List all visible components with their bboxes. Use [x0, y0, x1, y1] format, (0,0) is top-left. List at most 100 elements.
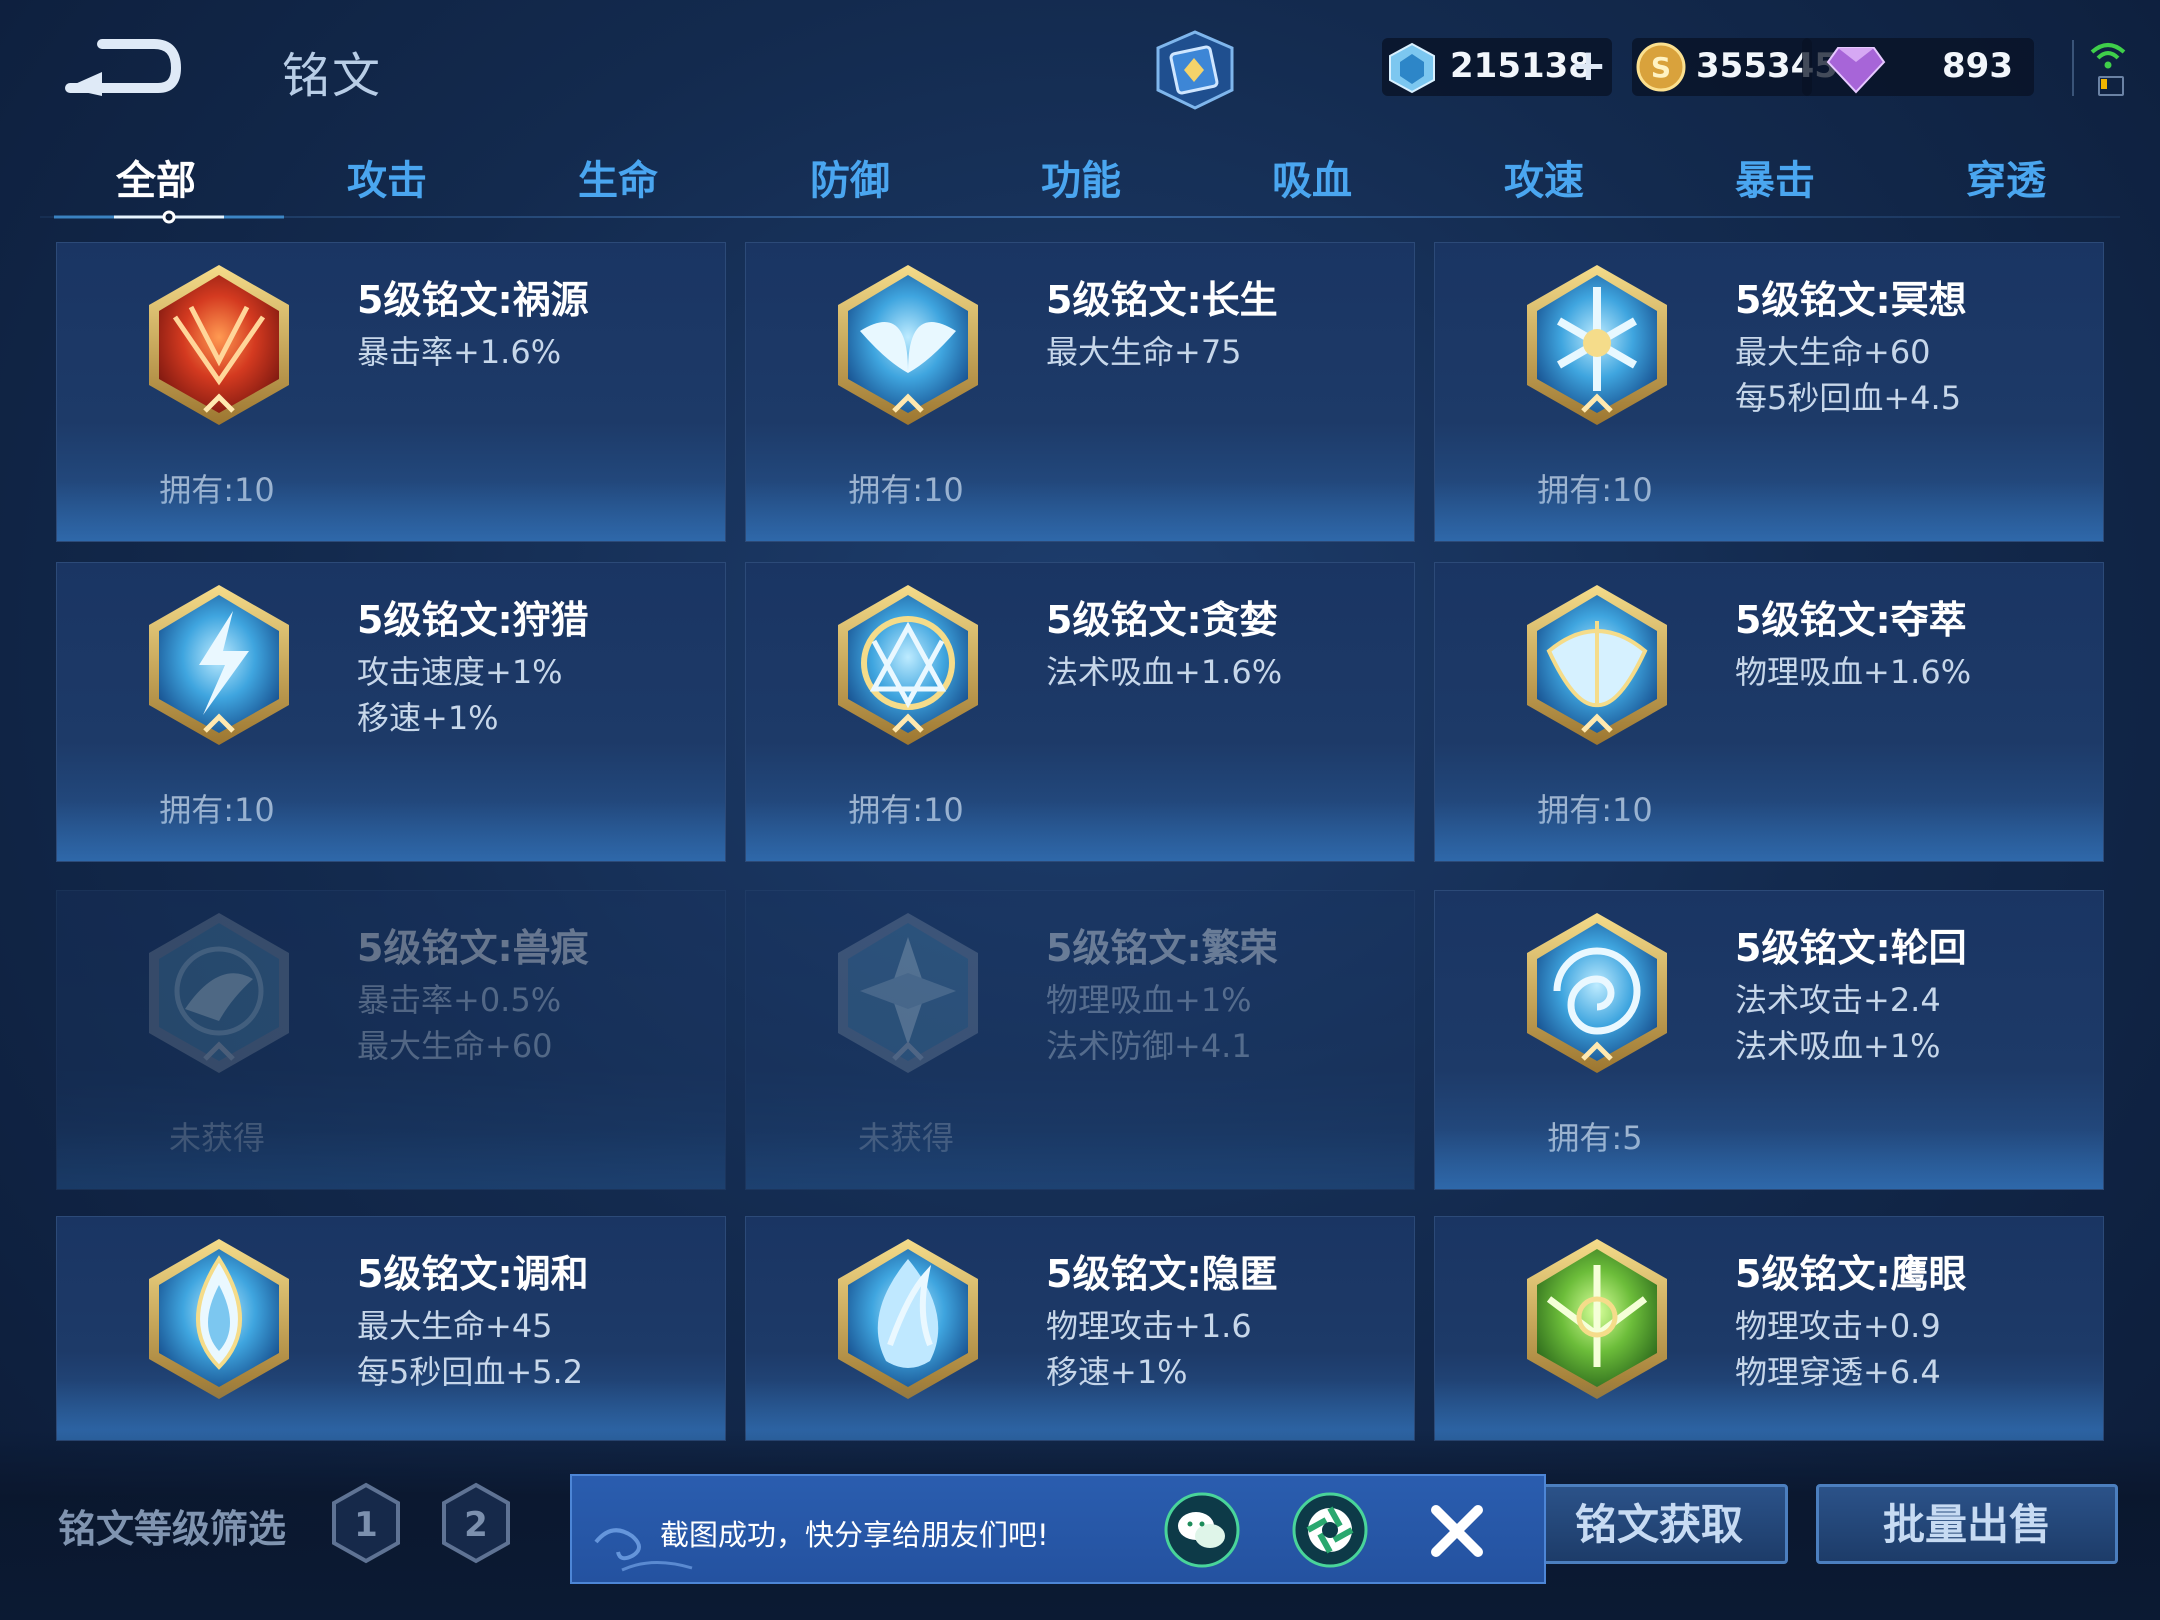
rune-owned-count: 拥有:10	[1537, 471, 1653, 509]
rune-card-duocui[interactable]: 5级铭文:夺萃 物理吸血+1.6% 拥有:10	[1434, 562, 2104, 862]
rune-book-icon	[1156, 30, 1234, 110]
rune-owned-count: 拥有:10	[159, 471, 275, 509]
rune-shouhen-icon	[149, 913, 289, 1073]
rune-yingyan-icon	[1527, 1239, 1667, 1399]
rune-stat: 物理吸血+1.6%	[1735, 653, 1972, 691]
rune-stat: 移速+1%	[1046, 1353, 1188, 1391]
rune-name: 5级铭文:调和	[357, 1252, 589, 1296]
rune-card-shoulie[interactable]: 5级铭文:狩猎 攻击速度+1% 移速+1% 拥有:10	[56, 562, 726, 862]
rune-huoyuan-icon	[149, 265, 289, 425]
crystal-counter: 215138 +	[1382, 38, 1612, 96]
page-title: 铭文	[282, 48, 383, 104]
rune-stat: 最大生命+75	[1046, 333, 1242, 371]
diamond-icon	[1826, 47, 1886, 94]
rune-duocui-icon	[1527, 585, 1667, 745]
rune-changsheng-icon	[838, 265, 978, 425]
rune-stat: 暴击率+1.6%	[357, 333, 562, 371]
close-icon[interactable]	[1424, 1498, 1490, 1564]
bulk-sell-button[interactable]: 批量出售	[1816, 1484, 2118, 1564]
rune-owned-count: 拥有:10	[848, 791, 964, 829]
rune-card-yinni[interactable]: 5级铭文:隐匿 物理攻击+1.6 移速+1%	[745, 1216, 1415, 1441]
rune-card-lunhui[interactable]: 5级铭文:轮回 法术攻击+2.4 法术吸血+1% 拥有:5	[1434, 890, 2104, 1190]
rune-name: 5级铭文:轮回	[1735, 926, 1967, 970]
rune-name: 5级铭文:长生	[1046, 278, 1278, 322]
rune-name: 5级铭文:贪婪	[1046, 598, 1278, 642]
tab-lifesteal[interactable]: 吸血	[1212, 148, 1412, 206]
gem-amount: 893	[1942, 46, 2013, 86]
rune-name: 5级铭文:繁荣	[1046, 926, 1278, 970]
tab-defense[interactable]: 防御	[750, 148, 950, 206]
rune-stat: 物理吸血+1%	[1046, 981, 1252, 1019]
rune-stat: 法术吸血+1%	[1735, 1027, 1941, 1065]
tab-health[interactable]: 生命	[518, 148, 718, 206]
tab-attack[interactable]: 攻击	[287, 148, 487, 206]
tab-all[interactable]: 全部	[56, 148, 256, 206]
svg-text:S: S	[1651, 51, 1671, 84]
rune-card-shouhen[interactable]: 5级铭文:兽痕 暴击率+0.5% 最大生命+60 未获得	[56, 890, 726, 1190]
rune-card-mingxiang[interactable]: 5级铭文:冥想 最大生命+60 每5秒回血+4.5 拥有:10	[1434, 242, 2104, 542]
rune-owned-count: 拥有:10	[159, 791, 275, 829]
crystal-icon	[1389, 42, 1435, 94]
active-tab-indicator	[54, 210, 284, 224]
tab-attack-speed[interactable]: 攻速	[1444, 148, 1644, 206]
rune-tanlan-icon	[838, 585, 978, 745]
header-divider	[2072, 40, 2074, 96]
gem-counter: 893	[1802, 38, 2034, 96]
wifi-icon	[2090, 43, 2126, 69]
moments-icon[interactable]	[1292, 1492, 1368, 1568]
rune-stat: 最大生命+45	[357, 1307, 553, 1345]
rune-name: 5级铭文:祸源	[357, 278, 589, 322]
rune-lunhui-icon	[1527, 913, 1667, 1073]
rune-stat: 移速+1%	[357, 699, 499, 737]
rune-stat: 物理攻击+0.9	[1735, 1307, 1941, 1345]
rune-name: 5级铭文:隐匿	[1046, 1252, 1278, 1296]
back-arrow-icon	[65, 39, 182, 96]
rune-stat: 法术吸血+1.6%	[1046, 653, 1283, 691]
rune-owned-status: 未获得	[168, 1119, 265, 1157]
add-crystal-button[interactable]: +	[1570, 44, 1607, 88]
battery-icon	[2098, 76, 2124, 96]
back-button[interactable]	[62, 30, 182, 100]
rune-mingxiang-icon	[1527, 265, 1667, 425]
rune-owned-count: 拥有:10	[848, 471, 964, 509]
tab-critical[interactable]: 暴击	[1675, 148, 1875, 206]
rune-stat: 最大生命+60	[1735, 333, 1931, 371]
level-filter-2-button[interactable]: 2	[440, 1482, 512, 1564]
level-filter-1-button[interactable]: 1	[330, 1482, 402, 1564]
rune-stat: 最大生命+60	[357, 1027, 553, 1065]
rune-name: 5级铭文:狩猎	[357, 598, 589, 642]
level-filter-1-label: 1	[354, 1505, 378, 1545]
rune-yinni-icon	[838, 1239, 978, 1399]
category-tabs: 全部 攻击 生命 防御 功能 吸血 攻速 暴击 穿透	[40, 140, 2120, 224]
toast-message: 截图成功，快分享给朋友们吧!	[660, 1518, 1049, 1552]
rune-card-tanlan[interactable]: 5级铭文:贪婪 法术吸血+1.6% 拥有:10	[745, 562, 1415, 862]
rune-name: 5级铭文:冥想	[1735, 278, 1967, 322]
rune-stat: 法术防御+4.1	[1046, 1027, 1252, 1065]
rune-card-yingyan[interactable]: 5级铭文:鹰眼 物理攻击+0.9 物理穿透+6.4	[1434, 1216, 2104, 1441]
rune-book-button[interactable]	[1150, 28, 1240, 112]
rune-card-huoyuan[interactable]: 5级铭文:祸源 暴击率+1.6% 拥有:10	[56, 242, 726, 542]
tab-penetration[interactable]: 穿透	[1906, 148, 2106, 206]
rune-owned-status: 未获得	[857, 1119, 954, 1157]
coin-counter: S 355345	[1632, 38, 1838, 96]
wechat-icon[interactable]	[1164, 1492, 1240, 1568]
rune-owned-count: 拥有:5	[1547, 1119, 1643, 1157]
rune-owned-count: 拥有:10	[1537, 791, 1653, 829]
rune-stat: 法术攻击+2.4	[1735, 981, 1941, 1019]
level-filter-2-label: 2	[464, 1505, 488, 1545]
rune-card-changsheng[interactable]: 5级铭文:长生 最大生命+75 拥有:10	[745, 242, 1415, 542]
rune-stat: 每5秒回血+4.5	[1735, 379, 1962, 417]
rune-card-tiaohe[interactable]: 5级铭文:调和 最大生命+45 每5秒回血+5.2	[56, 1216, 726, 1441]
rune-stat: 物理攻击+1.6	[1046, 1307, 1252, 1345]
rune-name: 5级铭文:夺萃	[1735, 598, 1967, 642]
rune-fanrong-icon	[838, 913, 978, 1073]
rune-tiaohe-icon	[149, 1239, 289, 1399]
rune-stat: 暴击率+0.5%	[357, 981, 562, 1019]
rune-stat: 物理穿透+6.4	[1735, 1353, 1941, 1391]
tab-utility[interactable]: 功能	[981, 148, 1181, 206]
rune-name: 5级铭文:鹰眼	[1735, 1252, 1967, 1296]
level-filter-label: 铭文等级筛选	[58, 1507, 287, 1551]
rune-name: 5级铭文:兽痕	[357, 926, 589, 970]
rune-acquire-button[interactable]: 铭文获取	[1530, 1484, 1788, 1564]
rune-card-fanrong[interactable]: 5级铭文:繁荣 物理吸血+1% 法术防御+4.1 未获得	[745, 890, 1415, 1190]
